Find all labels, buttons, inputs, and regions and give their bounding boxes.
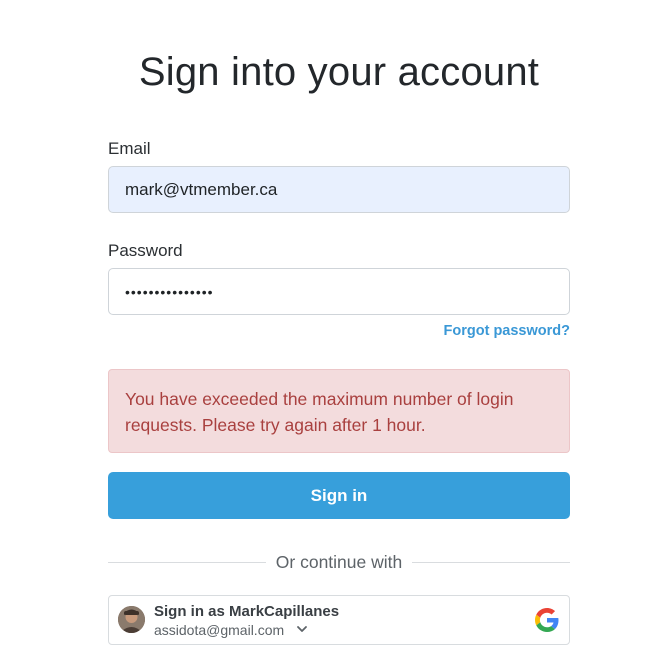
divider-text: Or continue with	[275, 551, 403, 572]
chevron-down-icon[interactable]	[295, 622, 309, 636]
password-label: Password	[108, 241, 183, 260]
password-field[interactable]	[108, 268, 570, 315]
google-sign-in-button[interactable]: Sign in as MarkCapillanes assidota@gmail…	[108, 595, 570, 645]
avatar	[118, 606, 145, 633]
continue-divider: Or continue with	[108, 550, 571, 574]
error-alert: You have exceeded the maximum number of …	[108, 369, 570, 453]
google-account-name: Sign in as MarkCapillanes	[154, 603, 340, 620]
google-account-email: assidota@gmail.com	[154, 622, 285, 638]
sign-in-button[interactable]: Sign in	[108, 472, 570, 519]
email-label: Email	[108, 139, 151, 158]
page-title: Sign into your account	[138, 50, 540, 94]
divider-line-left	[108, 561, 266, 563]
divider-line-right	[412, 561, 571, 563]
email-field[interactable]	[108, 166, 570, 213]
google-g-icon	[535, 608, 559, 632]
forgot-password-link[interactable]: Forgot password?	[444, 323, 570, 339]
